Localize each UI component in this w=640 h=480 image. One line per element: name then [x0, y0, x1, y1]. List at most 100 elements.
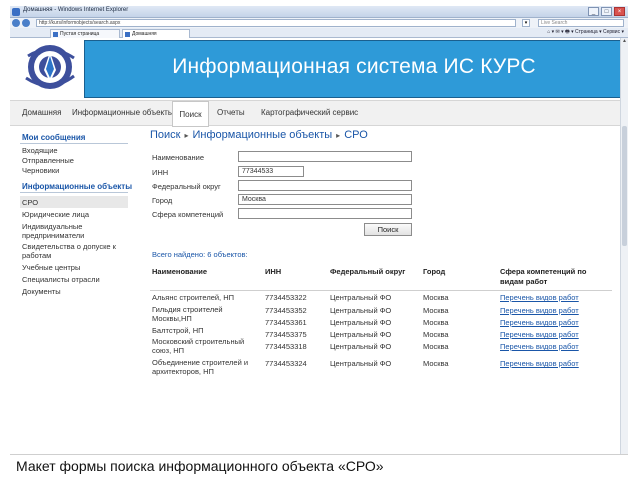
table-cell-name: Объединение строителей и архитекторов, Н… — [152, 358, 249, 376]
top-menu: Домашняя Информационные объекты Поиск От… — [10, 100, 620, 127]
city-input[interactable] — [238, 194, 412, 205]
table-cell-name: Альянс строителей, НП — [152, 293, 235, 302]
table-cell-district: Центральный ФО — [330, 359, 392, 368]
chevron-down-icon[interactable]: ▾ — [522, 19, 530, 27]
browser-tab-label: Домашняя — [132, 31, 157, 37]
table-cell-district: Центральный ФО — [330, 293, 392, 302]
scroll-up-icon[interactable]: ▲ — [621, 38, 628, 45]
sidebar-item-drafts[interactable]: Черновики — [22, 166, 59, 175]
table-cell-scope-link[interactable]: Перечень видов работ — [500, 318, 579, 327]
table-cell-district: Центральный ФО — [330, 330, 392, 339]
scope-input[interactable] — [238, 208, 412, 219]
maximize-icon[interactable]: □ — [601, 7, 612, 16]
table-cell-district: Центральный ФО — [330, 306, 392, 315]
breadcrumb: Поиск ▸ Информационные объекты ▸ СРО — [150, 129, 368, 141]
vertical-scrollbar[interactable]: ▲ — [620, 38, 628, 454]
table-cell-district: Центральный ФО — [330, 342, 392, 351]
divider — [20, 143, 128, 144]
window-title: Домашняя - Windows Internet Explorer — [23, 7, 129, 13]
search-button[interactable]: Поиск — [364, 223, 412, 236]
window-controls: _ □ × — [588, 7, 625, 16]
table-cell-city: Москва — [423, 359, 449, 368]
back-icon[interactable] — [12, 19, 20, 27]
table-cell-city: Москва — [423, 306, 449, 315]
logo-icon — [25, 45, 75, 89]
field-label-name: Наименование — [152, 153, 204, 162]
district-input[interactable] — [238, 180, 412, 191]
table-cell-inn: 7734453324 — [265, 359, 307, 368]
table-cell-city: Москва — [423, 293, 449, 302]
page-icon — [53, 32, 58, 37]
menu-item-reports[interactable]: Отчеты — [217, 108, 245, 117]
column-header-district: Федеральный округ — [330, 267, 406, 276]
sidebar-item-entrepreneurs[interactable]: Индивидуальные предприниматели — [22, 222, 122, 240]
breadcrumb-item[interactable]: СРО — [344, 129, 368, 141]
inn-input[interactable] — [238, 166, 304, 177]
table-cell-inn: 7734453352 — [265, 306, 307, 315]
table-cell-scope-link[interactable]: Перечень видов работ — [500, 359, 579, 368]
banner-title: Информационная система ИС КУРС — [172, 55, 536, 78]
browser-tab-active[interactable]: Домашняя — [122, 29, 190, 38]
window-titlebar: Домашняя - Windows Internet Explorer _ □… — [10, 6, 628, 18]
table-cell-city: Москва — [423, 318, 449, 327]
browser-tabbar: Пустая страница Домашняя ⌂ ▾ ✉ ▾ 🖶 ▾ Стр… — [10, 28, 628, 38]
breadcrumb-item[interactable]: Поиск — [150, 129, 180, 141]
chevron-right-icon: ▸ — [336, 131, 341, 140]
sidebar-item-training-centers[interactable]: Учебные центры — [22, 263, 80, 272]
table-cell-scope-link[interactable]: Перечень видов работ — [500, 330, 579, 339]
browser-tools[interactable]: ⌂ ▾ ✉ ▾ 🖶 ▾ Страница ▾ Сервис ▾ — [547, 29, 624, 37]
table-cell-scope-link[interactable]: Перечень видов работ — [500, 342, 579, 351]
name-input[interactable] — [238, 151, 412, 162]
sidebar-item-sent[interactable]: Отправленные — [22, 156, 74, 165]
sidebar-item-specialists[interactable]: Специалисты отрасли — [22, 275, 100, 284]
table-cell-inn: 7734453322 — [265, 293, 307, 302]
divider — [150, 290, 612, 291]
field-label-inn: ИНН — [152, 168, 169, 177]
browser-tab[interactable]: Пустая страница — [50, 29, 120, 38]
field-label-scope: Сфера компетенций — [152, 210, 224, 219]
sidebar-item-sro[interactable]: СРО — [22, 198, 38, 207]
column-header-inn: ИНН — [265, 267, 282, 276]
table-cell-name: Гильдия строителей Москвы,НП — [152, 305, 223, 323]
url-field[interactable]: http://kurs/informobjects/search.aspx — [36, 19, 516, 27]
minimize-icon[interactable]: _ — [588, 7, 599, 16]
breadcrumb-item[interactable]: Информационные объекты — [193, 129, 333, 141]
menu-item-home[interactable]: Домашняя — [22, 108, 61, 117]
menu-item-search-active[interactable]: Поиск — [172, 101, 209, 127]
table-cell-scope-link[interactable]: Перечень видов работ — [500, 293, 579, 302]
forward-icon[interactable] — [22, 19, 30, 27]
results-count: Всего найдено: 6 объектов: — [152, 250, 248, 259]
table-cell-district: Центральный ФО — [330, 318, 392, 327]
table-cell-city: Москва — [423, 342, 449, 351]
sidebar-item-documents[interactable]: Документы — [22, 287, 61, 296]
banner: Информационная система ИС КУРС — [84, 40, 620, 98]
sidebar-item-legal-entities[interactable]: Юридические лица — [22, 210, 89, 219]
table-cell-name: Балтстрой, НП — [152, 326, 204, 335]
close-icon[interactable]: × — [614, 7, 625, 16]
divider — [20, 192, 128, 193]
table-cell-inn: 7734453375 — [265, 330, 307, 339]
ie-icon — [12, 8, 20, 16]
column-header-scope: Сфера компетенций по видам работ — [500, 267, 587, 286]
sidebar-heading-messages[interactable]: Мои сообщения — [22, 133, 85, 142]
address-bar: http://kurs/informobjects/search.aspx ▾ … — [10, 18, 628, 28]
sidebar-item-certificates[interactable]: Свидетельства о допуске к работам — [22, 242, 126, 260]
chevron-right-icon: ▸ — [184, 131, 189, 140]
table-cell-name: Московский строительный союз, НП — [152, 337, 245, 355]
table-cell-inn: 7734453318 — [265, 342, 307, 351]
field-label-city: Город — [152, 196, 173, 205]
page-content: Информационная система ИС КУРС Домашняя … — [10, 38, 620, 454]
table-cell-inn: 7734453361 — [265, 318, 307, 327]
sidebar-item-inbox[interactable]: Входящие — [22, 146, 58, 155]
slide-caption: Макет формы поиска информационного объек… — [16, 458, 384, 474]
menu-item-map-service[interactable]: Картографический сервис — [261, 108, 358, 117]
browser-search-input[interactable]: Live Search — [538, 19, 624, 27]
table-cell-scope-link[interactable]: Перечень видов работ — [500, 306, 579, 315]
table-cell-city: Москва — [423, 330, 449, 339]
page-icon — [125, 32, 130, 37]
column-header-city: Город — [423, 267, 446, 276]
field-label-district: Федеральный округ — [152, 182, 221, 191]
menu-item-objects[interactable]: Информационные объекты — [72, 108, 174, 117]
sidebar-heading-objects[interactable]: Информационные объекты — [22, 182, 132, 191]
scroll-thumb[interactable] — [622, 126, 627, 246]
